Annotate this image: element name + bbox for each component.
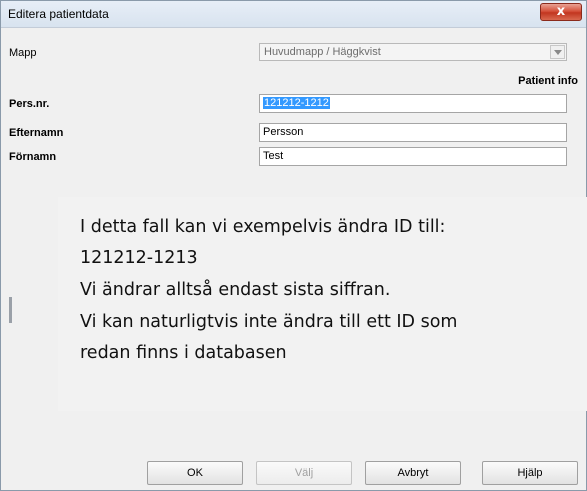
persnr-field[interactable]: 121212-1212 (259, 94, 567, 113)
callout-line: 121212-1213 (80, 248, 198, 268)
efternamn-value: Persson (263, 126, 304, 138)
fornamn-field[interactable]: Test (259, 147, 567, 166)
callout-line: Vi ändrar alltså endast sista siffran. (80, 280, 391, 300)
avbryt-button[interactable]: Avbryt (365, 461, 461, 485)
callout-line: redan finns i databasen (80, 343, 287, 363)
efternamn-field[interactable]: Persson (259, 123, 567, 142)
mapp-label: Mapp (9, 47, 37, 59)
chevron-down-icon[interactable] (550, 45, 565, 59)
mapp-value: Huvudmapp / Häggkvist (264, 46, 381, 58)
close-button[interactable]: x (540, 3, 582, 21)
window-title: Editera patientdata (8, 7, 109, 21)
mapp-select[interactable]: Huvudmapp / Häggkvist (259, 43, 567, 61)
edit-patient-dialog: Editera patientdata x Mapp Huvudmapp / H… (0, 0, 587, 491)
callout-line: Vi kan naturligtvis inte ändra till ett … (80, 312, 458, 332)
close-icon: x (556, 4, 566, 19)
callout-line: I detta fall kan vi exempelvis ändra ID … (80, 217, 446, 237)
persnr-label: Pers.nr. (9, 98, 50, 110)
hjalp-button[interactable]: Hjälp (482, 461, 578, 485)
efternamn-label: Efternamn (9, 127, 64, 139)
section-header: Patient info (518, 75, 578, 87)
resize-grip[interactable] (9, 297, 12, 323)
persnr-value: 121212-1212 (263, 97, 330, 109)
instruction-callout: I detta fall kan vi exempelvis ändra ID … (58, 197, 587, 411)
valj-button[interactable]: Välj (256, 461, 352, 485)
fornamn-label: Förnamn (9, 151, 57, 163)
title-bar[interactable]: Editera patientdata x (1, 1, 586, 28)
fornamn-value: Test (263, 150, 284, 162)
ok-button[interactable]: OK (147, 461, 243, 485)
